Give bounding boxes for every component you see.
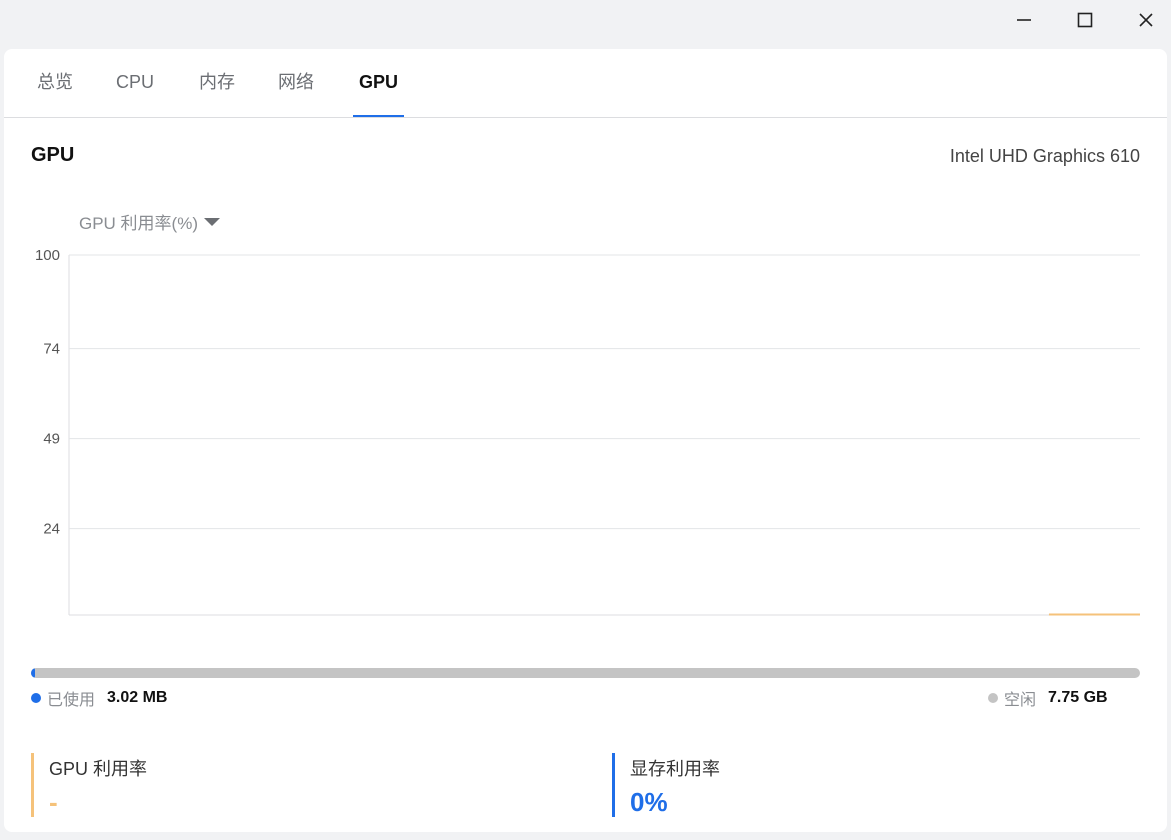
tab-memory[interactable]: 内存: [199, 49, 235, 117]
close-button[interactable]: [1126, 4, 1166, 36]
memory-usage-bar-fill: [31, 668, 35, 678]
close-icon: [1139, 13, 1153, 27]
memory-used-label: 已使用: [47, 692, 96, 709]
caret-down-icon: [204, 217, 220, 226]
chart-y-tick-label: 24: [43, 521, 60, 538]
maximize-button[interactable]: [1065, 4, 1105, 36]
tab-overview[interactable]: 总览: [37, 49, 73, 117]
minimize-icon: [1017, 19, 1031, 21]
minimize-button[interactable]: [1004, 4, 1044, 36]
title-bar: [0, 0, 1171, 48]
used-dot-icon: [31, 693, 41, 703]
vram-utilization-label: 显存利用率: [630, 759, 720, 779]
memory-usage-bar: [31, 668, 1140, 678]
memory-free-legend: 空闲 7.75 GB: [988, 686, 1108, 710]
section-title: GPU: [31, 144, 75, 166]
vram-utilization-stat: 显存利用率 0%: [612, 753, 720, 817]
gpu-utilization-value: -: [49, 787, 58, 817]
gpu-utilization-accent: [31, 753, 34, 817]
gpu-panel: 总览 CPU 内存 网络 GPU GPU Intel UHD Graphics …: [4, 49, 1167, 832]
tab-gpu[interactable]: GPU: [359, 49, 398, 117]
chart-y-tick-label: 74: [43, 341, 60, 358]
tab-cpu[interactable]: CPU: [116, 49, 154, 117]
memory-free-label: 空闲: [1004, 692, 1037, 709]
vram-utilization-accent: [612, 753, 615, 817]
maximize-icon: [1077, 12, 1093, 28]
tab-network[interactable]: 网络: [278, 49, 314, 117]
gpu-utilization-chart: 100 74 49 24: [35, 247, 1140, 616]
gpu-utilization-stat: GPU 利用率 -: [31, 753, 147, 817]
memory-used-legend: 已使用 3.02 MB: [31, 686, 167, 710]
free-dot-icon: [988, 693, 998, 703]
gpu-device-name: Intel UHD Graphics 610: [949, 146, 1140, 166]
tab-bar: 总览 CPU 内存 网络 GPU: [4, 49, 1167, 118]
vram-utilization-value: 0%: [630, 787, 668, 817]
memory-used-value: 3.02 MB: [107, 689, 168, 706]
memory-free-value: 7.75 GB: [1048, 689, 1108, 706]
active-tab-indicator: [353, 115, 404, 117]
gpu-utilization-label: GPU 利用率: [49, 759, 148, 779]
chart-y-tick-label: 100: [35, 247, 60, 264]
chart-y-tick-label: 49: [43, 431, 60, 448]
